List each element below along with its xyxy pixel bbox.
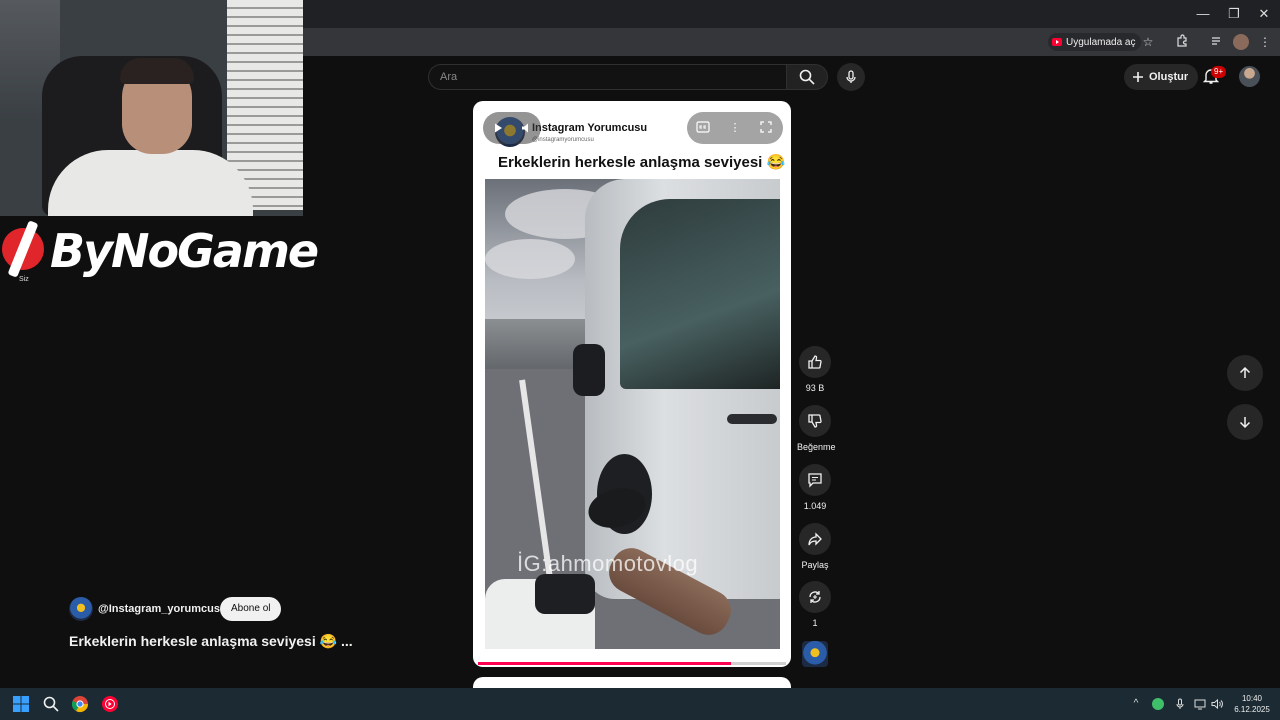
clock-date: 6.12.2025 (1234, 705, 1270, 714)
account-avatar[interactable] (1239, 66, 1260, 87)
media-queue-icon[interactable] (1209, 34, 1225, 50)
plus-icon (1133, 72, 1143, 82)
tray-microphone-icon[interactable] (1174, 698, 1186, 710)
share-label: Paylaş (801, 560, 829, 570)
create-label: Oluştur (1149, 71, 1189, 83)
profile-avatar-icon[interactable] (1233, 34, 1249, 50)
video-scooter-dash (535, 574, 595, 614)
restore-button[interactable]: ❐ (1218, 4, 1250, 24)
search-input[interactable]: Ara (428, 64, 786, 90)
playback-progress-bar[interactable] (478, 662, 786, 665)
previous-short-button[interactable] (1227, 355, 1263, 391)
bynogame-logo: ByNoGame Siz (0, 216, 319, 286)
subscribe-button[interactable]: Abone ol (220, 597, 282, 621)
tray-overflow-icon[interactable]: ^ (1130, 698, 1142, 710)
audio-source-thumbnail[interactable] (802, 641, 828, 667)
thumbs-down-icon (808, 414, 822, 428)
comments-action[interactable]: 1.049 (797, 464, 833, 511)
chrome-icon[interactable] (71, 695, 89, 713)
extensions-icon[interactable] (1174, 34, 1190, 50)
remix-action[interactable]: 1 (797, 581, 833, 628)
remix-button[interactable] (799, 581, 831, 613)
thumbs-up-icon (808, 355, 822, 369)
volume-tray-icon[interactable] (1211, 698, 1223, 710)
arrow-up-icon (1239, 366, 1251, 378)
open-in-app-label: Uygulamada aç (1066, 36, 1136, 48)
short-video-frame[interactable]: İG:ahmomotovlog (485, 179, 780, 649)
dislike-action[interactable]: Beğenme (797, 405, 836, 452)
bookmark-star-icon[interactable]: ☆ (1140, 34, 1156, 50)
clock-time: 10:40 (1241, 694, 1263, 703)
windows-start-icon[interactable] (12, 695, 30, 713)
more-options-icon[interactable]: ⋮ (728, 121, 742, 135)
video-cloud (485, 239, 575, 279)
dislike-label: Beğenme (797, 442, 836, 452)
tray-app-icon[interactable] (1152, 698, 1164, 710)
minimize-button[interactable]: — (1187, 4, 1219, 24)
shorts-player[interactable]: Instagram Yorumcusu @instagramyorumcusu … (473, 101, 791, 667)
notifications-badge: 9+ (1211, 66, 1227, 78)
channel-handle[interactable]: @Instagram_yorumcusu (98, 603, 227, 615)
channel-avatar[interactable] (69, 597, 93, 621)
webcam-overlay (0, 0, 303, 216)
short-channel-name[interactable]: Instagram Yorumcusu (532, 122, 647, 134)
webcam-streamer-hair (120, 58, 194, 84)
arrow-down-icon (1239, 417, 1251, 429)
microphone-icon (846, 70, 856, 83)
comments-button[interactable] (799, 464, 831, 496)
search-icon (799, 69, 815, 85)
menu-dots-icon[interactable]: ⋮ (1257, 34, 1273, 50)
play-icon[interactable] (492, 122, 504, 134)
voice-search-button[interactable] (837, 63, 865, 91)
share-action[interactable]: Paylaş (797, 523, 833, 570)
short-caption: Erkeklerin herkesle anlaşma seviyesi 😂 (498, 154, 786, 171)
comment-count: 1.049 (803, 501, 827, 511)
video-van-window (620, 199, 780, 389)
short-title[interactable]: Erkeklerin herkesle anlaşma seviyesi 😂 .… (69, 633, 353, 650)
next-short-button[interactable] (1227, 404, 1263, 440)
share-button[interactable] (799, 523, 831, 555)
video-van-mirror (573, 344, 605, 396)
playback-progress-fill (478, 662, 731, 665)
player-right-controls: ⋮ (687, 112, 783, 144)
dislike-button[interactable] (799, 405, 831, 437)
captions-icon[interactable] (696, 121, 710, 135)
share-icon (808, 532, 822, 546)
comment-icon (808, 473, 822, 488)
taskbar-search-icon[interactable] (42, 695, 60, 713)
open-in-app-button[interactable]: Uygulamada aç (1048, 33, 1142, 51)
windows-taskbar: ^ 10:40 6.12.2025 (0, 688, 1280, 720)
youtube-icon (1052, 38, 1062, 46)
close-window-button[interactable]: ✕ (1248, 4, 1280, 24)
remix-icon (809, 591, 821, 603)
taskbar-clock[interactable]: 10:40 6.12.2025 (1230, 693, 1274, 715)
video-watermark: İG:ahmomotovlog (517, 551, 699, 576)
fullscreen-icon[interactable] (759, 121, 773, 135)
remix-count: 1 (812, 618, 818, 628)
volume-icon[interactable] (521, 122, 533, 134)
playback-controls (483, 112, 541, 144)
webcam-streamer-body (48, 150, 253, 216)
short-channel-handle: @instagramyorumcusu (532, 137, 594, 143)
create-button[interactable]: Oluştur (1124, 64, 1199, 90)
search-button[interactable] (786, 64, 828, 90)
video-van-door-handle (727, 414, 777, 424)
network-icon[interactable] (1194, 698, 1206, 710)
like-action[interactable]: 93 B (797, 346, 833, 393)
like-button[interactable] (799, 346, 831, 378)
bynogame-logo-text: ByNoGame (50, 224, 319, 278)
like-count: 93 B (805, 383, 825, 393)
youtube-music-icon[interactable] (101, 695, 119, 713)
siz-label: Siz (19, 276, 29, 283)
